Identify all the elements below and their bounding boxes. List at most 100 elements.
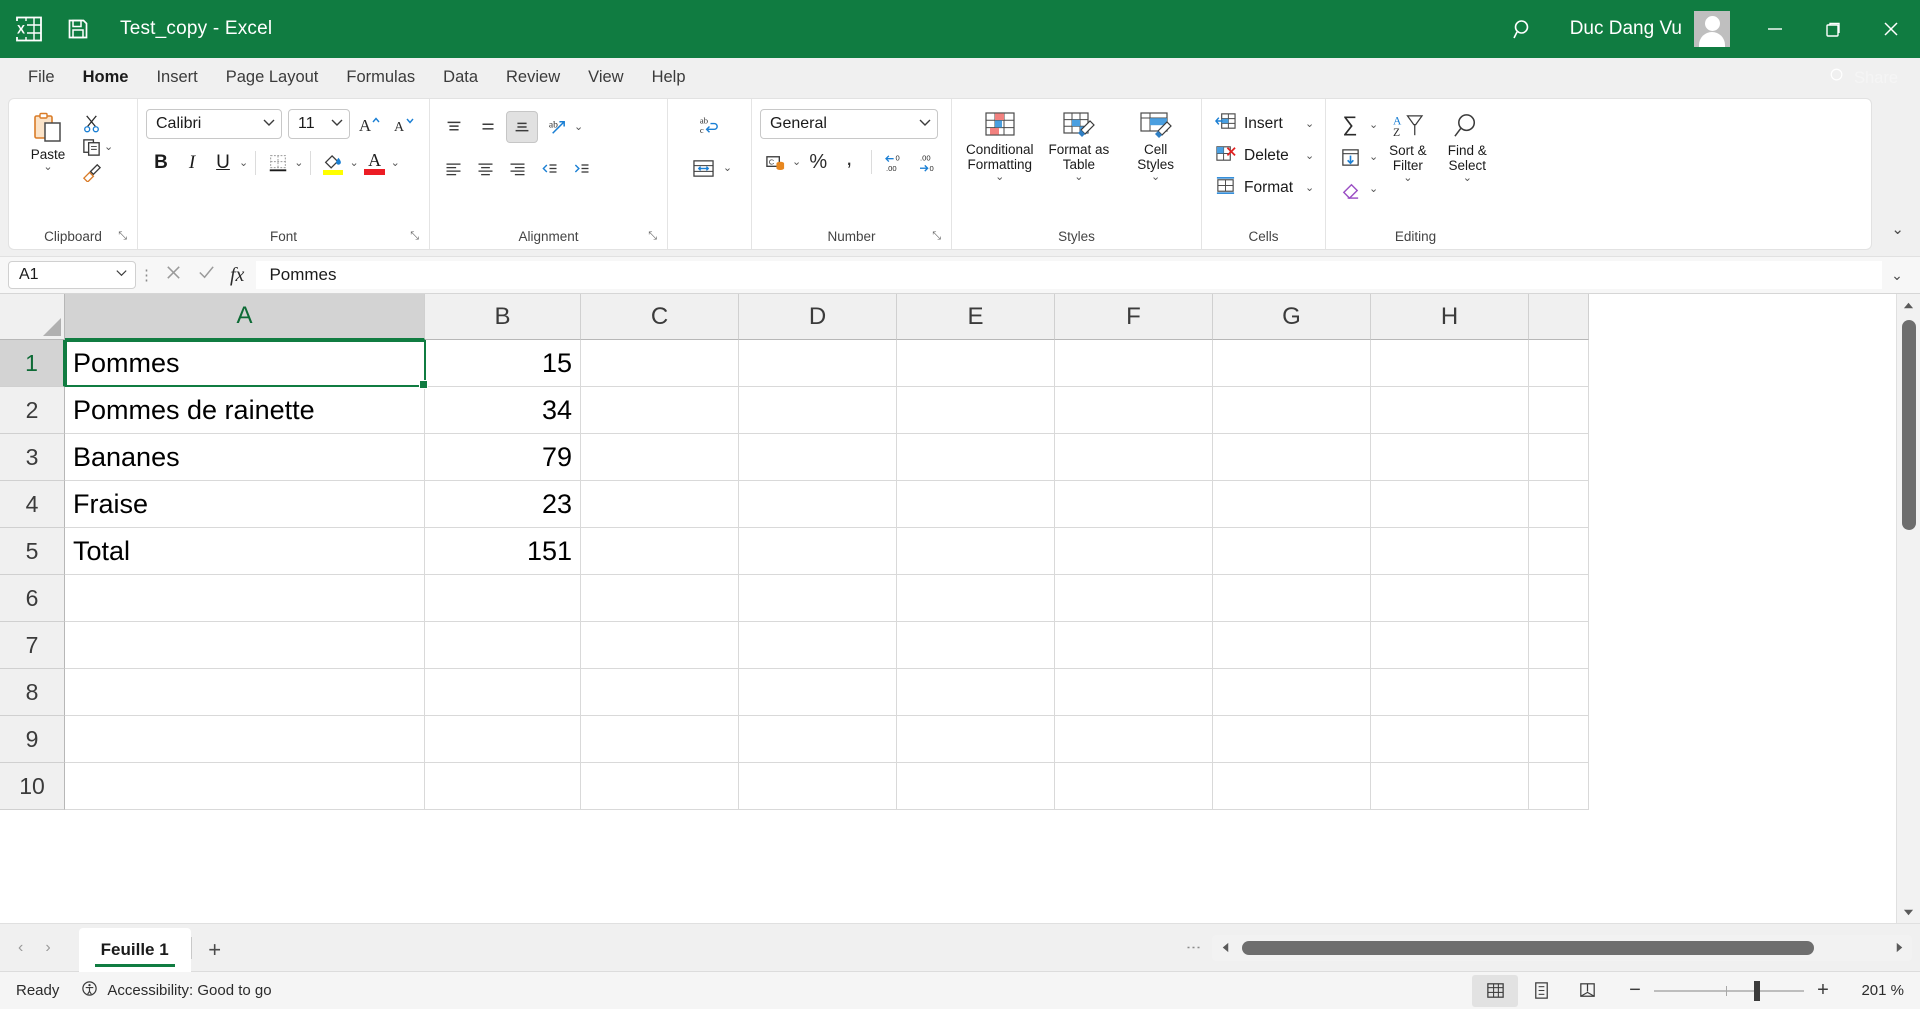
chevron-down-icon[interactable]: ⌄ xyxy=(294,157,303,169)
decrease-indent-button[interactable] xyxy=(534,153,564,183)
scroll-up-button[interactable] xyxy=(1897,294,1920,316)
clear-button[interactable]: ⌄ xyxy=(1334,175,1378,203)
row-header-10[interactable]: 10 xyxy=(0,763,65,810)
chevron-down-icon[interactable]: ⌄ xyxy=(1403,173,1412,184)
cell-D8[interactable] xyxy=(739,669,897,716)
cell-F2[interactable] xyxy=(1055,387,1213,434)
cell-E3[interactable] xyxy=(897,434,1055,481)
cell-C8[interactable] xyxy=(581,669,739,716)
chevron-down-icon[interactable]: ⌄ xyxy=(1369,183,1378,195)
horizontal-scroll-track[interactable] xyxy=(1238,935,1886,961)
cell-I7[interactable] xyxy=(1529,622,1589,669)
increase-indent-button[interactable] xyxy=(566,153,596,183)
chevron-down-icon[interactable]: ⌄ xyxy=(43,162,52,173)
bottom-align-button[interactable] xyxy=(506,111,538,143)
cell-G4[interactable] xyxy=(1213,481,1371,528)
collapse-ribbon-button[interactable]: ⌄ xyxy=(1891,220,1904,238)
column-header-h[interactable]: H xyxy=(1371,294,1529,340)
cell-I1[interactable] xyxy=(1529,340,1589,387)
cell-F6[interactable] xyxy=(1055,575,1213,622)
vertical-scroll-track[interactable] xyxy=(1897,316,1920,901)
column-header-g[interactable]: G xyxy=(1213,294,1371,340)
cell-F9[interactable] xyxy=(1055,716,1213,763)
number-dialog-launcher-icon[interactable]: ⤡ xyxy=(932,230,941,243)
center-align-button[interactable] xyxy=(470,153,500,183)
align-right-button[interactable] xyxy=(502,153,532,183)
chevron-down-icon[interactable]: ⌄ xyxy=(723,162,732,174)
share-button[interactable]: Share xyxy=(1829,67,1898,89)
cell-E1[interactable] xyxy=(897,340,1055,387)
format-cells-button[interactable]: Format ⌄ xyxy=(1210,173,1318,203)
cell-I8[interactable] xyxy=(1529,669,1589,716)
cell-I3[interactable] xyxy=(1529,434,1589,481)
decrease-font-size-button[interactable]: A xyxy=(390,110,418,138)
search-icon[interactable] xyxy=(1496,0,1550,58)
alignment-dialog-launcher-icon[interactable]: ⤡ xyxy=(648,230,657,243)
chevron-down-icon[interactable]: ⌄ xyxy=(239,157,248,169)
cancel-icon[interactable] xyxy=(164,263,183,287)
cell-D10[interactable] xyxy=(739,763,897,810)
column-header-d[interactable]: D xyxy=(739,294,897,340)
minimize-button[interactable] xyxy=(1746,0,1804,58)
vertical-scroll-thumb[interactable] xyxy=(1901,320,1916,530)
row-header-6[interactable]: 6 xyxy=(0,575,65,622)
row-header-8[interactable]: 8 xyxy=(0,669,65,716)
wrap-text-button[interactable]: ab c xyxy=(691,109,729,141)
cell-I4[interactable] xyxy=(1529,481,1589,528)
restore-button[interactable] xyxy=(1804,0,1862,58)
zoom-slider-thumb[interactable] xyxy=(1754,980,1760,1001)
cell-H7[interactable] xyxy=(1371,622,1529,669)
cell-I10[interactable] xyxy=(1529,763,1589,810)
cell-F4[interactable] xyxy=(1055,481,1213,528)
middle-align-button[interactable] xyxy=(472,111,504,143)
cell-B1[interactable]: 15 xyxy=(425,340,581,387)
select-all-button[interactable] xyxy=(0,294,65,340)
chevron-down-icon[interactable]: ⌄ xyxy=(1074,172,1083,183)
font-dialog-launcher-icon[interactable]: ⤡ xyxy=(410,230,419,243)
cell-B7[interactable] xyxy=(425,622,581,669)
increase-decimal-button[interactable]: 0 .00 xyxy=(880,147,912,177)
clipboard-dialog-launcher-icon[interactable]: ⤡ xyxy=(118,230,127,243)
row-header-9[interactable]: 9 xyxy=(0,716,65,763)
cell-D6[interactable] xyxy=(739,575,897,622)
chevron-down-icon[interactable]: ⌄ xyxy=(1151,172,1160,183)
chevron-down-icon[interactable]: ⌄ xyxy=(1305,150,1314,162)
cell-B4[interactable]: 23 xyxy=(425,481,581,528)
chevron-down-icon[interactable]: ⌄ xyxy=(1369,151,1378,163)
cell-A6[interactable] xyxy=(65,575,425,622)
font-name-input[interactable]: Calibri xyxy=(146,109,282,139)
insert-function-icon[interactable]: fx xyxy=(230,264,244,287)
next-sheet-button[interactable]: › xyxy=(45,939,50,957)
scroll-down-button[interactable] xyxy=(1897,901,1920,923)
cell-C5[interactable] xyxy=(581,528,739,575)
chevron-down-icon[interactable]: ⌄ xyxy=(1305,182,1314,194)
cell-A10[interactable] xyxy=(65,763,425,810)
delete-cells-button[interactable]: Delete ⌄ xyxy=(1210,141,1318,171)
cell-G10[interactable] xyxy=(1213,763,1371,810)
cell-D3[interactable] xyxy=(739,434,897,481)
tab-review[interactable]: Review xyxy=(492,61,574,96)
cell-G7[interactable] xyxy=(1213,622,1371,669)
vertical-scrollbar[interactable] xyxy=(1896,294,1920,923)
confirm-icon[interactable] xyxy=(197,263,216,287)
insert-cells-button[interactable]: Insert ⌄ xyxy=(1210,109,1318,139)
cell-styles-button[interactable]: Cell Styles ⌄ xyxy=(1118,107,1193,186)
cell-E2[interactable] xyxy=(897,387,1055,434)
chevron-down-icon[interactable]: ⌄ xyxy=(574,121,583,133)
name-box[interactable]: A1 xyxy=(8,261,136,289)
copy-button[interactable]: ⌄ xyxy=(81,137,113,158)
tab-home[interactable]: Home xyxy=(69,61,143,96)
row-header-5[interactable]: 5 xyxy=(0,528,65,575)
autosum-button[interactable]: ∑ ⌄ xyxy=(1334,111,1379,139)
cell-H9[interactable] xyxy=(1371,716,1529,763)
cell-A2[interactable]: Pommes de rainette xyxy=(65,387,425,434)
column-header-i[interactable] xyxy=(1529,294,1589,340)
cell-C6[interactable] xyxy=(581,575,739,622)
row-header-3[interactable]: 3 xyxy=(0,434,65,481)
tab-formulas[interactable]: Formulas xyxy=(332,61,429,96)
zoom-level-label[interactable]: 201 % xyxy=(1842,982,1904,999)
tab-file[interactable]: File xyxy=(14,61,69,96)
column-header-b[interactable]: B xyxy=(425,294,581,340)
cell-E10[interactable] xyxy=(897,763,1055,810)
cell-B8[interactable] xyxy=(425,669,581,716)
